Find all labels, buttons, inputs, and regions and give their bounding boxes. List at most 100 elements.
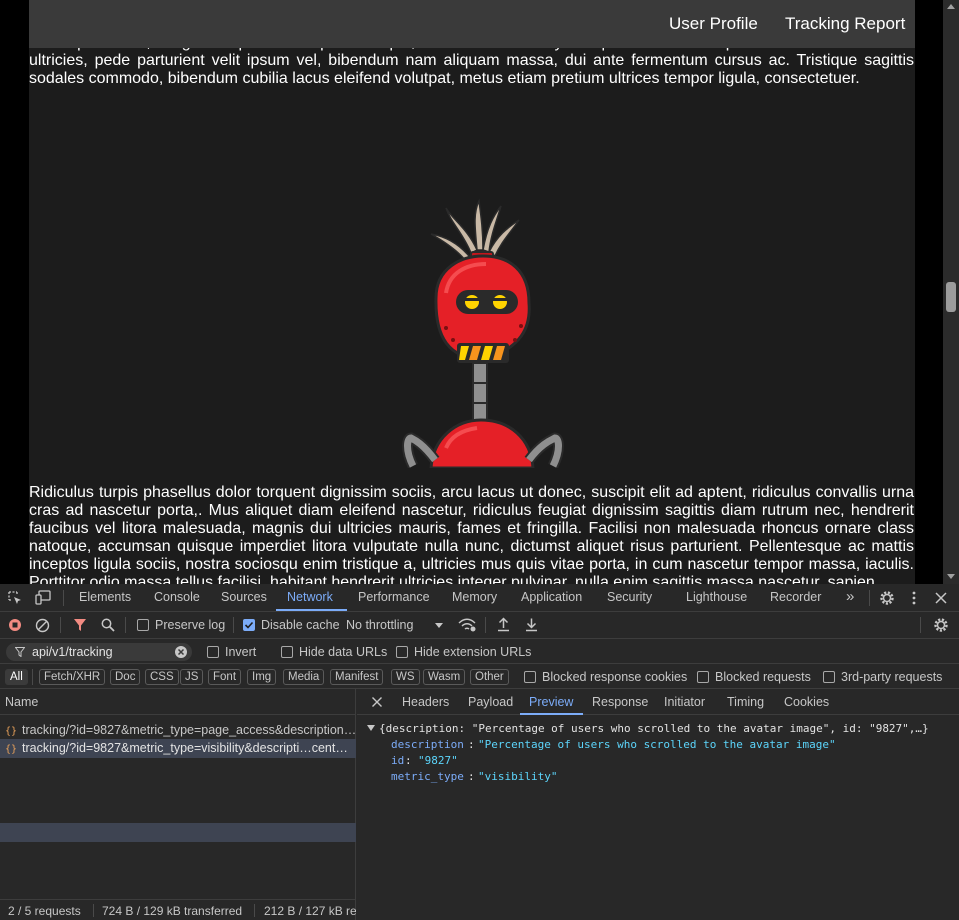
detail-tab-cookies[interactable]: Cookies bbox=[784, 695, 829, 709]
type-filter-doc[interactable]: Doc bbox=[110, 669, 141, 685]
json-summary: {description: "Percentage of users who s… bbox=[379, 722, 929, 735]
filter-input-value: api/v1/tracking bbox=[32, 645, 113, 659]
detail-tab-headers[interactable]: Headers bbox=[402, 695, 449, 709]
request-row-selected-visual[interactable]: {} tracking/?id=9827&metric_type=visibil… bbox=[0, 739, 356, 758]
throttling-dropdown-icon[interactable] bbox=[435, 623, 443, 628]
page-scrollbar-thumb[interactable] bbox=[946, 282, 956, 312]
more-options-icon[interactable] bbox=[911, 591, 917, 605]
collapse-triangle-icon[interactable] bbox=[367, 725, 375, 732]
tab-sources[interactable]: Sources bbox=[221, 590, 267, 604]
tab-network[interactable]: Network bbox=[287, 590, 333, 604]
tab-lighthouse[interactable]: Lighthouse bbox=[686, 590, 747, 604]
filter-icon bbox=[15, 647, 25, 657]
request-row[interactable]: {} tracking/?id=9827&metric_type=page_ac… bbox=[0, 721, 356, 740]
tab-memory[interactable]: Memory bbox=[452, 590, 497, 604]
type-filter-all[interactable]: All bbox=[5, 669, 28, 685]
nav-tracking-report-link[interactable]: Tracking Report bbox=[785, 14, 905, 34]
network-conditions-icon[interactable] bbox=[458, 618, 476, 632]
hide-data-urls-label: Hide data URLs bbox=[299, 645, 388, 659]
type-filter-fetch-xhr[interactable]: Fetch/XHR bbox=[39, 669, 106, 685]
robot-avatar-image bbox=[402, 198, 564, 468]
devtools-tab-bar: Elements Console Sources Network Perform… bbox=[0, 584, 959, 612]
tab-performance[interactable]: Performance bbox=[358, 590, 430, 604]
json-colon: : bbox=[468, 738, 475, 751]
record-stop-icon[interactable] bbox=[8, 618, 22, 632]
status-bar: 2 / 5 requests 724 B / 129 kB transferre… bbox=[0, 899, 356, 920]
resources-size: 212 B / 127 kB re bbox=[264, 904, 356, 918]
page-viewport: Lorem ipsum dolor sit amet consectetur a… bbox=[0, 0, 959, 584]
close-devtools-icon[interactable] bbox=[935, 592, 947, 604]
detail-tab-preview[interactable]: Preview bbox=[529, 695, 573, 709]
top-navigation: User Profile Tracking Report bbox=[29, 0, 915, 48]
export-har-icon[interactable] bbox=[525, 617, 538, 632]
xhr-json-icon: {} bbox=[5, 744, 17, 754]
hide-extension-urls-checkbox[interactable] bbox=[396, 646, 408, 658]
detail-tab-payload[interactable]: Payload bbox=[468, 695, 513, 709]
json-value-description: "Percentage of users who scrolled to the… bbox=[478, 738, 836, 751]
type-filter-other[interactable]: Other bbox=[470, 669, 509, 685]
scroll-down-arrow-icon[interactable] bbox=[947, 574, 955, 579]
json-key-id: id bbox=[391, 754, 405, 767]
blocked-requests-label: Blocked requests bbox=[715, 670, 811, 684]
type-filter-manifest[interactable]: Manifest bbox=[330, 669, 384, 685]
json-key-description: description bbox=[391, 738, 464, 751]
request-detail-panel: Headers Payload Preview Response Initiat… bbox=[357, 689, 959, 920]
xhr-json-icon: {} bbox=[5, 726, 17, 736]
more-tabs-icon[interactable]: » bbox=[846, 588, 854, 605]
close-detail-icon[interactable] bbox=[372, 697, 382, 707]
detail-tab-response[interactable]: Response bbox=[592, 695, 648, 709]
type-filter-img[interactable]: Img bbox=[247, 669, 277, 685]
request-list: Name {} tracking/?id=9827&metric_type=pa… bbox=[0, 689, 356, 920]
settings-gear-icon[interactable] bbox=[879, 590, 895, 606]
nav-user-profile-link[interactable]: User Profile bbox=[669, 14, 758, 34]
paragraph-bottom: Ridiculus turpis phasellus dolor torquen… bbox=[29, 484, 914, 584]
blocked-response-cookies-label: Blocked response cookies bbox=[542, 670, 688, 684]
name-column-header[interactable]: Name bbox=[5, 695, 38, 709]
clear-icon[interactable] bbox=[35, 618, 50, 633]
hide-data-urls-checkbox[interactable] bbox=[281, 646, 293, 658]
type-filter-ws[interactable]: WS bbox=[391, 669, 420, 685]
import-har-icon[interactable] bbox=[497, 617, 510, 632]
third-party-requests-checkbox[interactable] bbox=[823, 671, 835, 683]
scroll-up-arrow-icon[interactable] bbox=[947, 4, 955, 9]
throttling-select[interactable]: No throttling bbox=[346, 618, 413, 632]
search-icon[interactable] bbox=[101, 618, 115, 632]
tab-security[interactable]: Security bbox=[607, 590, 652, 604]
json-value-metric-type: "visibility" bbox=[478, 770, 558, 783]
network-toolbar: Preserve log Disable cache No throttling bbox=[0, 612, 959, 639]
json-key-metric-type: metric_type bbox=[391, 770, 464, 783]
request-name: tracking/?id=9827&metric_type=page_acces… bbox=[22, 723, 356, 737]
detail-tab-timing[interactable]: Timing bbox=[727, 695, 764, 709]
invert-checkbox[interactable] bbox=[207, 646, 219, 658]
type-filter-wasm[interactable]: Wasm bbox=[423, 669, 466, 685]
preserve-log-checkbox[interactable] bbox=[137, 619, 149, 631]
active-detail-tab-indicator bbox=[520, 713, 583, 715]
transferred-size: 724 B / 129 kB transferred bbox=[102, 904, 243, 918]
preserve-log-label: Preserve log bbox=[155, 618, 226, 632]
request-name: tracking/?id=9827&metric_type=visibility… bbox=[22, 741, 348, 755]
tab-console[interactable]: Console bbox=[154, 590, 200, 604]
tab-application[interactable]: Application bbox=[521, 590, 582, 604]
clear-filter-icon[interactable] bbox=[174, 645, 188, 659]
blocked-response-cookies-checkbox[interactable] bbox=[524, 671, 536, 683]
svg-text:{}: {} bbox=[5, 726, 17, 736]
tab-elements[interactable]: Elements bbox=[79, 590, 131, 604]
page-content: Lorem ipsum dolor sit amet consectetur a… bbox=[29, 0, 915, 584]
network-settings-gear-icon[interactable] bbox=[933, 617, 949, 633]
detail-tab-initiator[interactable]: Initiator bbox=[664, 695, 705, 709]
filter-input[interactable]: api/v1/tracking bbox=[6, 643, 192, 661]
request-row-selected-2[interactable] bbox=[0, 823, 356, 842]
json-value-id: "9827" bbox=[418, 754, 458, 767]
inspect-element-icon[interactable] bbox=[8, 591, 22, 605]
type-filter-css[interactable]: CSS bbox=[145, 669, 179, 685]
type-filter-media[interactable]: Media bbox=[283, 669, 325, 685]
disable-cache-checkbox[interactable] bbox=[243, 619, 255, 631]
request-list-header: Name bbox=[0, 689, 356, 715]
filter-funnel-icon[interactable] bbox=[73, 618, 87, 632]
type-filter-js[interactable]: JS bbox=[180, 669, 204, 685]
blocked-requests-checkbox[interactable] bbox=[697, 671, 709, 683]
type-filter-font[interactable]: Font bbox=[208, 669, 242, 685]
tab-recorder[interactable]: Recorder bbox=[770, 590, 821, 604]
detail-tab-bar: Headers Payload Preview Response Initiat… bbox=[357, 689, 959, 715]
device-toolbar-icon[interactable] bbox=[35, 590, 51, 605]
